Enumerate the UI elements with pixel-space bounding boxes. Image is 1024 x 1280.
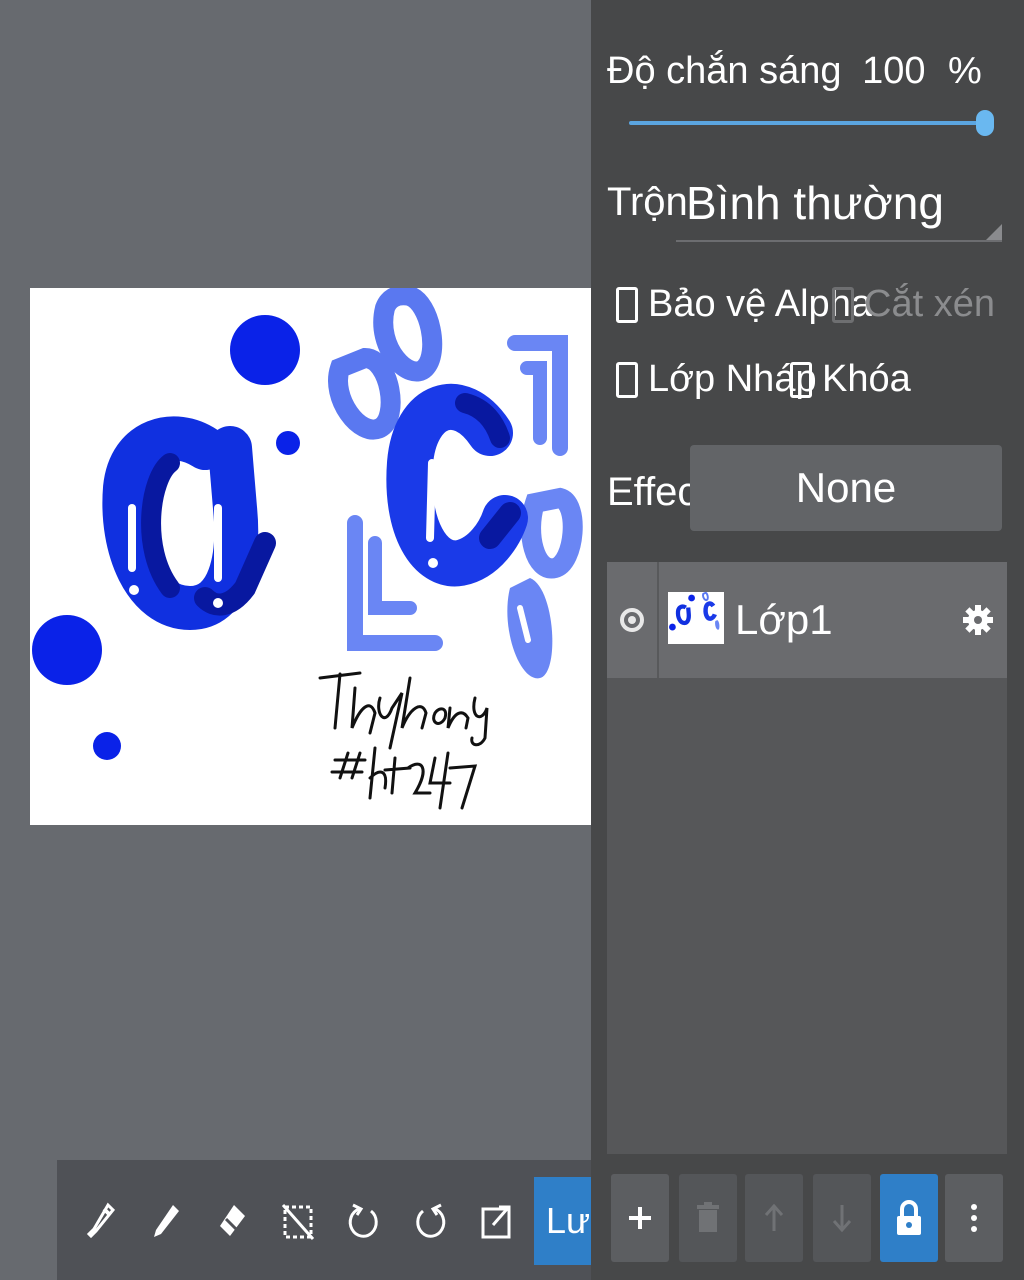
- gear-icon[interactable]: [963, 596, 993, 649]
- export-icon[interactable]: [467, 1190, 525, 1252]
- checkbox-lock[interactable]: Khóa: [790, 358, 911, 401]
- checkbox-label: Cắt xén: [864, 283, 995, 325]
- undo-icon[interactable]: [335, 1190, 393, 1252]
- checkbox-icon: [616, 361, 638, 398]
- save-button[interactable]: Lưu: [534, 1177, 591, 1265]
- move-up-icon[interactable]: [745, 1174, 803, 1262]
- opacity-slider-thumb[interactable]: [976, 110, 994, 136]
- layer-thumbnail: [668, 592, 724, 644]
- eraser-icon[interactable]: [203, 1190, 261, 1252]
- eyedropper-icon[interactable]: [72, 1190, 130, 1252]
- visibility-icon[interactable]: [607, 562, 659, 678]
- checkbox-clipping[interactable]: Cắt xén: [832, 283, 995, 326]
- canvas-area[interactable]: [0, 0, 591, 1280]
- layer-panel: Độ chắn sáng 100 % Trộn Bình thường Bảo …: [591, 0, 1024, 1280]
- layer-name: Lớp1: [735, 596, 833, 643]
- checkbox-icon: [832, 286, 854, 323]
- opacity-readout: Độ chắn sáng 100 %: [607, 50, 982, 93]
- more-icon[interactable]: [945, 1174, 1003, 1262]
- move-down-icon[interactable]: [813, 1174, 871, 1262]
- blend-mode-value: Bình thường: [686, 177, 944, 229]
- redo-icon[interactable]: [401, 1190, 459, 1252]
- artwork: [32, 288, 583, 810]
- pencil-icon[interactable]: [137, 1190, 195, 1252]
- checkbox-label: Khóa: [822, 358, 911, 400]
- delete-layer-icon[interactable]: [679, 1174, 737, 1262]
- deselect-icon[interactable]: [269, 1190, 327, 1252]
- opacity-label: Độ chắn sáng: [607, 50, 842, 92]
- blend-mode-select[interactable]: Bình thường: [676, 170, 1002, 242]
- checkbox-draft-layer[interactable]: Lớp Nháp: [616, 358, 817, 401]
- opacity-value: 100: [862, 50, 926, 92]
- opacity-slider[interactable]: [629, 121, 986, 125]
- layer-list: Lớp1: [607, 562, 1007, 1154]
- lock-icon[interactable]: [880, 1174, 938, 1262]
- add-layer-icon[interactable]: [611, 1174, 669, 1262]
- checkbox-icon: [790, 361, 812, 398]
- drawing-toolbar: Lưu: [57, 1160, 591, 1280]
- effect-button[interactable]: None: [690, 445, 1002, 531]
- checkbox-icon: [616, 286, 638, 323]
- layer-action-bar: [591, 1160, 1024, 1280]
- dropdown-arrow-icon: [986, 224, 1002, 240]
- layer-row[interactable]: Lớp1: [607, 562, 1007, 678]
- artboard[interactable]: [30, 288, 591, 825]
- opacity-unit: %: [948, 50, 982, 92]
